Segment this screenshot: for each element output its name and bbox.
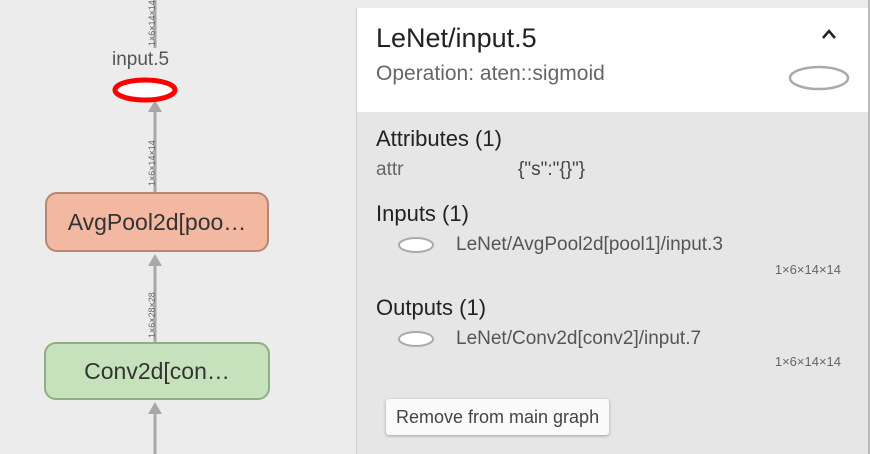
- remove-from-main-graph-button[interactable]: Remove from main graph: [386, 399, 610, 435]
- attributes-heading: Attributes (1): [376, 126, 502, 151]
- attribute-key: attr: [376, 159, 404, 180]
- output-node-link[interactable]: LeNet/Conv2d[conv2]/input.7: [456, 328, 701, 350]
- edge-shape-label-mid: 1×6×14×14: [147, 140, 157, 186]
- avgpool-node[interactable]: AvgPool2d[poo…: [45, 192, 269, 252]
- conv-node-label: Conv2d[con…: [84, 357, 230, 384]
- edge-shape-label-top: 1×6×14×14: [147, 0, 157, 46]
- chevron-up-icon[interactable]: [821, 20, 837, 46]
- edge-shape-label-lower: 1×6×28×28: [147, 292, 157, 338]
- panel-subtitle: Operation: aten::sigmoid: [376, 62, 605, 85]
- arrowhead-conv: [148, 402, 162, 414]
- arrowhead-avgpool: [148, 254, 162, 266]
- op-node-label[interactable]: input.5: [112, 49, 169, 71]
- inputs-heading: Inputs (1): [376, 201, 469, 226]
- panel-title: LeNet/input.5: [376, 23, 537, 53]
- panel-header: LeNet/input.5 Operation: aten::sigmoid: [357, 8, 869, 112]
- selected-op-node: [112, 77, 178, 103]
- avgpool-node-label: AvgPool2d[poo…: [67, 208, 247, 235]
- attribute-value: {"s":"{}"}: [518, 159, 586, 180]
- output-op-icon: [398, 331, 434, 347]
- conv-node[interactable]: Conv2d[con…: [44, 342, 270, 400]
- node-info-panel: LeNet/input.5 Operation: aten::sigmoid A…: [356, 8, 869, 454]
- input-op-icon: [398, 237, 434, 253]
- output-shape: 1×6×14×14: [774, 354, 841, 369]
- input-shape: 1×6×14×14: [774, 262, 841, 277]
- input-node-link[interactable]: LeNet/AvgPool2d[pool1]/input.3: [456, 234, 723, 256]
- outputs-heading: Outputs (1): [376, 295, 487, 320]
- graph-canvas[interactable]: input.5 1×6×14×14 1×6×14×14 1×6×28×28 Av…: [0, 0, 356, 454]
- op-node-icon: [788, 65, 850, 91]
